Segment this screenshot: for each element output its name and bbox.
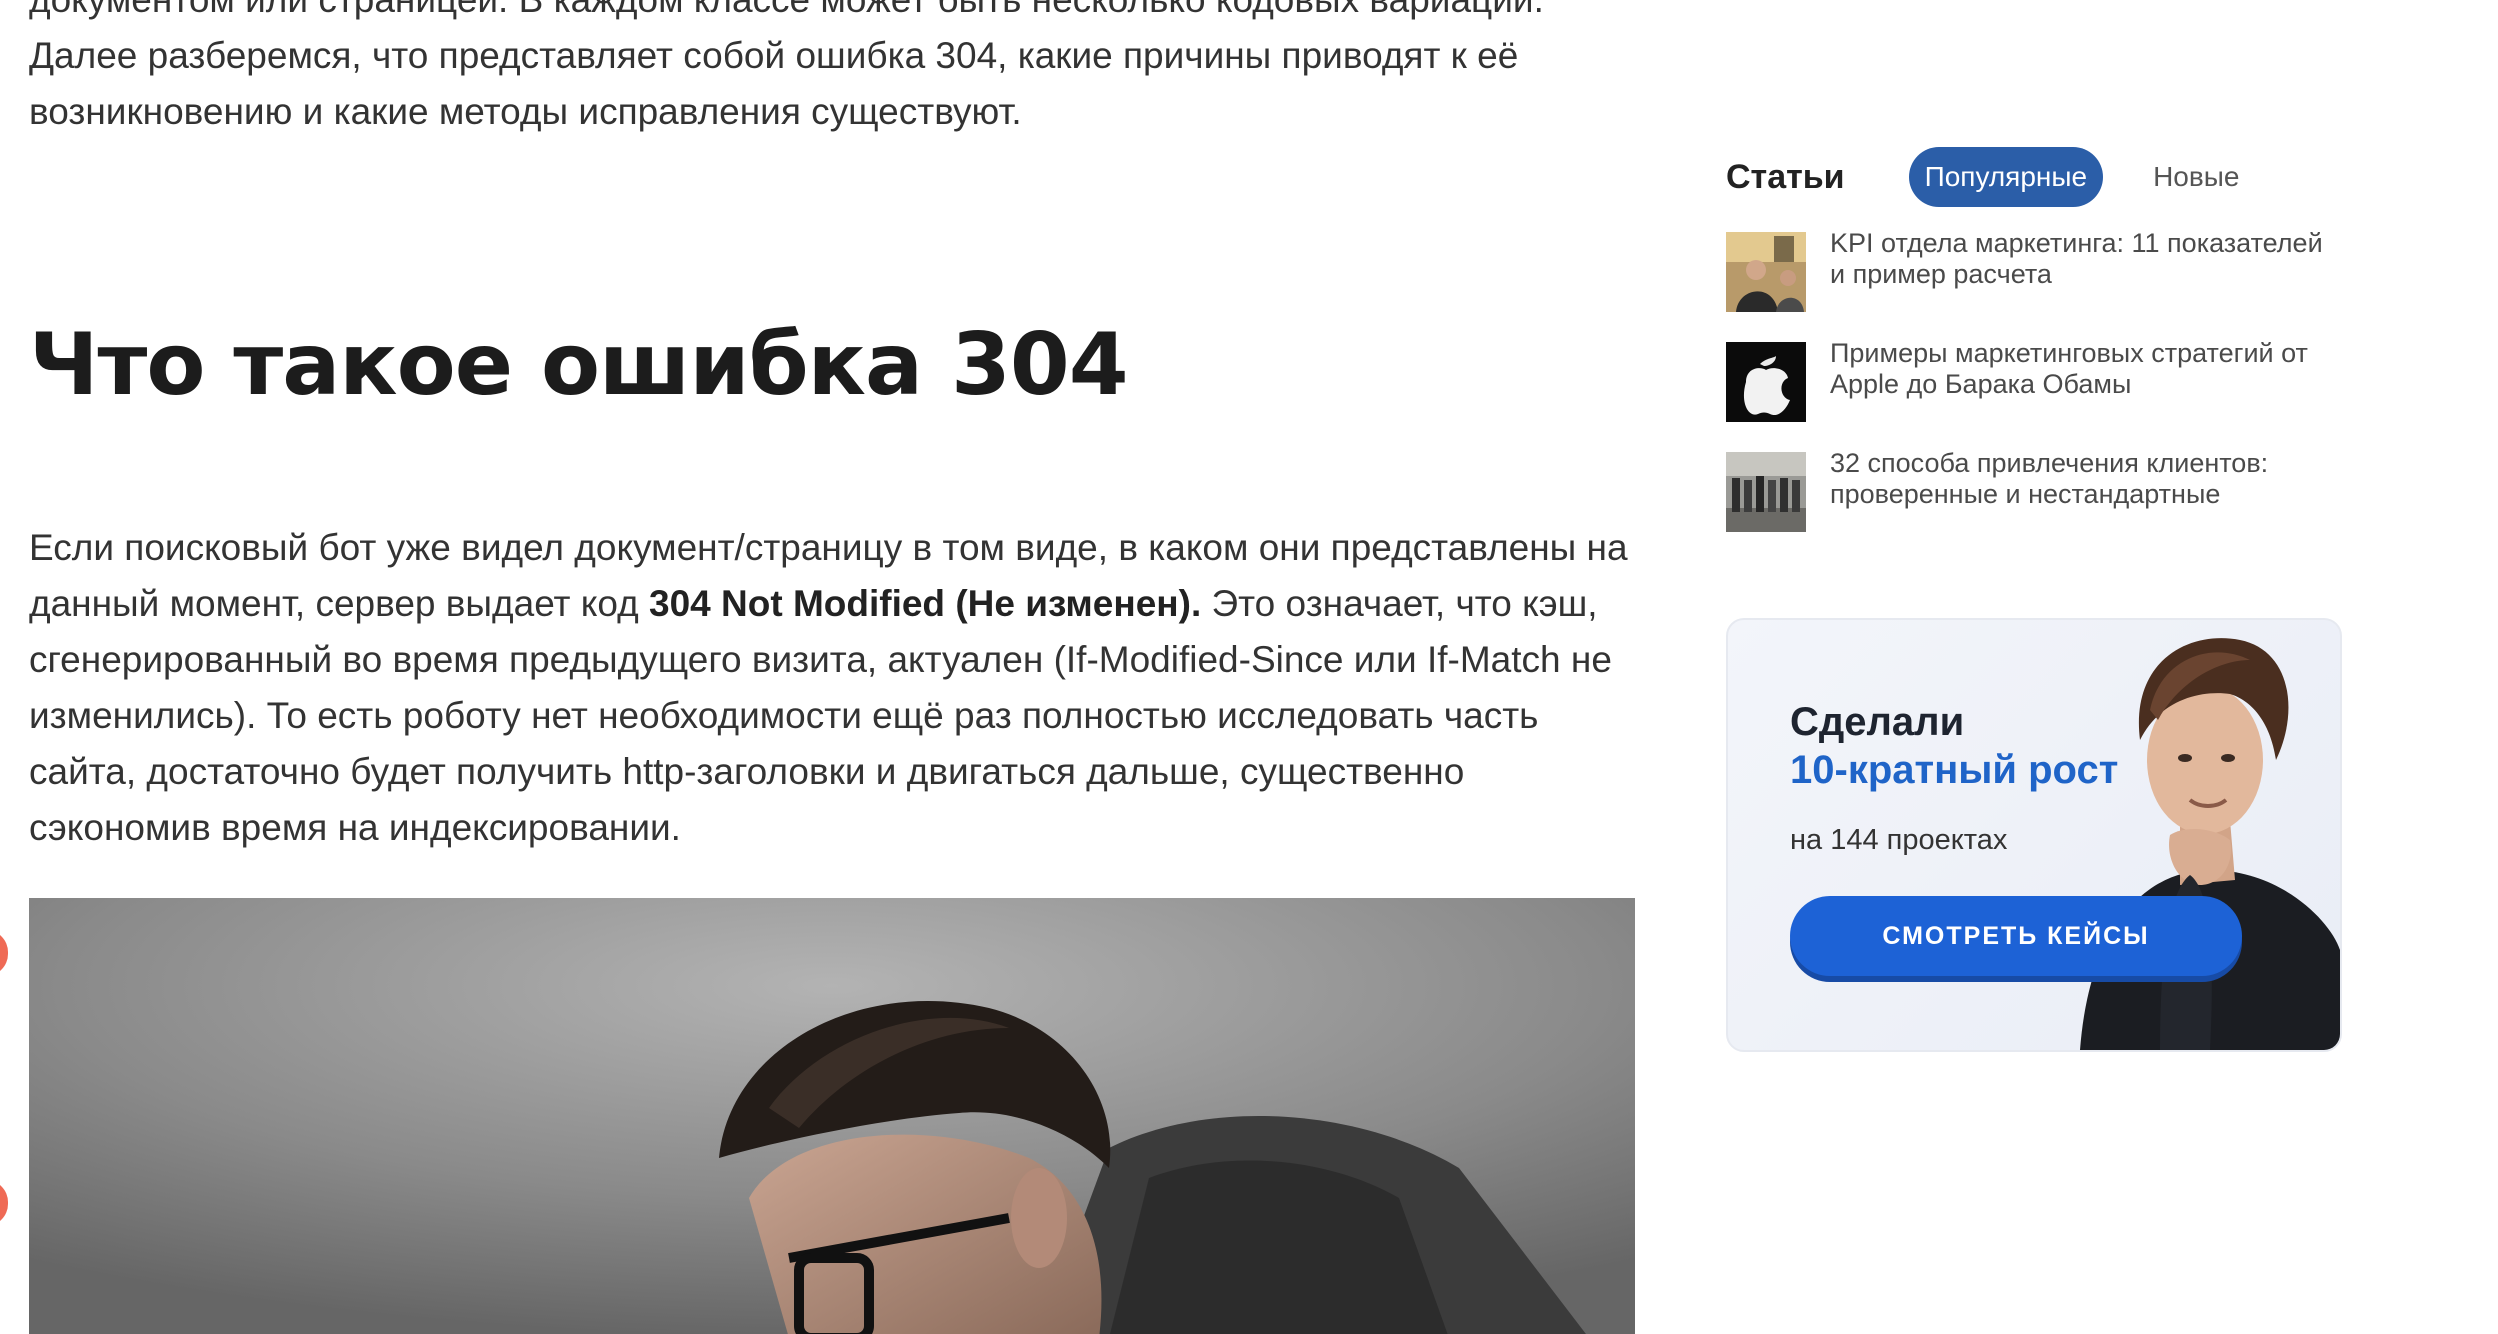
edge-marker[interactable] <box>0 930 8 976</box>
sidebar-heading: Статьи <box>1726 157 1845 196</box>
articles-tabs: Статьи Популярные Новые <box>1726 146 2346 208</box>
intro-line: Далее разберемся, что представляет собой… <box>29 35 1519 76</box>
apple-logo-icon[interactable] <box>1726 342 1806 422</box>
page: документом или страницей. В каждом класс… <box>0 0 2498 1334</box>
paragraph-bold: 304 Not Modified (Не изменен). <box>649 583 1202 624</box>
list-item[interactable]: 32 способа привлечения клиентов: провере… <box>1726 448 2346 534</box>
article-intro: документом или страницей. В каждом класс… <box>29 0 1629 140</box>
article-photo <box>29 898 1635 1334</box>
intro-line: возникновению и какие методы исправления… <box>29 91 1022 132</box>
sidebar: Статьи Популярные Новые KPI отдела марке… <box>1726 146 2346 562</box>
article-list: KPI отдела маркетинга: 11 показателей и … <box>1726 228 2346 534</box>
ad-headline-accent: 10-кратный рост <box>1790 748 2119 792</box>
photo-people-icon[interactable] <box>1726 232 1806 312</box>
photo-man-with-glasses-icon <box>29 898 1635 1334</box>
article-title[interactable]: 32 способа привлечения клиентов: провере… <box>1830 448 2330 510</box>
article-paragraph: Если поисковый бот уже видел документ/ст… <box>29 520 1649 856</box>
tab-popular[interactable]: Популярные <box>1908 147 2104 207</box>
tab-new[interactable]: Новые <box>2153 161 2239 193</box>
ad-headline: Сделали <box>1790 700 1965 744</box>
article-title[interactable]: Примеры маркетинговых стратегий от Apple… <box>1830 338 2330 400</box>
ad-subtext: на 144 проектах <box>1790 824 2008 856</box>
photo-crowd-icon[interactable] <box>1726 452 1806 532</box>
list-item[interactable]: KPI отдела маркетинга: 11 показателей и … <box>1726 228 2346 314</box>
article-title[interactable]: KPI отдела маркетинга: 11 показателей и … <box>1830 228 2330 290</box>
ad-banner[interactable]: Сделали 10-кратный рост на 144 проектах … <box>1726 618 2342 1052</box>
list-item[interactable]: Примеры маркетинговых стратегий от Apple… <box>1726 338 2346 424</box>
intro-line: документом или страницей. В каждом класс… <box>29 0 1619 28</box>
view-cases-button[interactable]: СМОТРЕТЬ КЕЙСЫ <box>1790 896 2242 976</box>
section-title: Что такое ошибка 304 <box>29 315 1129 415</box>
ad-person-icon <box>2080 638 2340 1050</box>
edge-marker[interactable] <box>0 1180 8 1226</box>
